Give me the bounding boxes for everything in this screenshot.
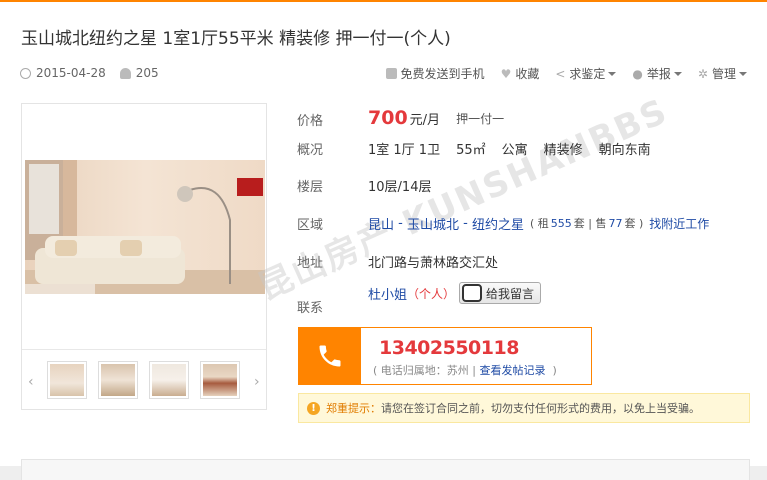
- warning-text: 请您在签订合同之前，切勿支付任何形式的费用，以免上当受骗。: [381, 402, 700, 415]
- overview-item: 55㎡: [456, 142, 486, 158]
- favorite-label: 收藏: [515, 67, 540, 81]
- living-room-photo: [25, 160, 265, 294]
- thumbnail-strip: ‹ ›: [22, 349, 266, 409]
- report-label: 举报: [646, 67, 671, 81]
- next-thumb-button[interactable]: ›: [254, 374, 260, 390]
- price-label: 价格: [297, 114, 324, 129]
- overview-values: 1室 1厅 1卫 55㎡ 公寓 精装修 朝向东南: [368, 139, 667, 158]
- nearby-jobs-link[interactable]: 找附近工作: [649, 215, 709, 232]
- thumbnail-image: [152, 364, 186, 396]
- thumbnail[interactable]: [98, 361, 138, 399]
- main-photo[interactable]: [25, 160, 265, 294]
- overview-item: 1室 1厅 1卫: [368, 142, 441, 158]
- area-district-link[interactable]: 玉山城北: [407, 214, 459, 233]
- contact-values: 杜小姐 （个人） 给我留言: [368, 282, 542, 304]
- area-separator: -: [394, 215, 407, 231]
- listing-page: 玉山城北纽约之星 1室1厅55平米 精装修 押一付一(个人) 2015-04-2…: [0, 0, 767, 480]
- post-date: 2015-04-28: [20, 66, 106, 80]
- mobile-icon: [385, 68, 397, 79]
- leave-message-label: 给我留言: [486, 286, 535, 301]
- listing-meta: 2015-04-28 205: [20, 66, 173, 80]
- thumbnail[interactable]: [149, 361, 189, 399]
- price-unit: 元/月: [409, 112, 441, 128]
- report-dropdown[interactable]: ● 举报: [632, 65, 682, 82]
- chevron-down-icon: [739, 71, 747, 76]
- area-estate-link[interactable]: 纽约之星: [472, 214, 524, 233]
- next-section-bar: [21, 459, 750, 480]
- floor-label: 楼层: [297, 179, 324, 195]
- sale-count-link[interactable]: 77: [608, 217, 622, 230]
- overview-item: 精装修: [543, 142, 583, 158]
- area-label: 区域: [297, 217, 324, 233]
- appraise-dropdown[interactable]: < 求鉴定: [555, 65, 617, 82]
- action-bar: 免费发送到手机 ♥ 收藏 < 求鉴定 ● 举报 ✲ 管理: [370, 65, 747, 82]
- warning-title: 郑重提示：: [326, 402, 381, 415]
- send-to-phone-label: 免费发送到手机: [400, 67, 485, 81]
- manage-dropdown[interactable]: ✲ 管理: [698, 65, 747, 82]
- gear-icon: ✲: [697, 66, 708, 81]
- heart-icon: ♥: [500, 66, 512, 81]
- overview-item: 公寓: [501, 142, 528, 158]
- payment-method: 押一付一: [456, 111, 505, 126]
- phone-location: ( 电话归属地：苏州 | 查看发帖记录 ): [373, 364, 557, 377]
- overview-item: 朝向东南: [598, 142, 651, 158]
- leave-message-button[interactable]: 给我留言: [459, 282, 542, 304]
- clock-icon: [20, 67, 31, 79]
- pin-icon: ●: [632, 66, 643, 81]
- fraud-warning: ! 郑重提示： 请您在签订合同之前，切勿支付任何形式的费用，以免上当受骗。: [298, 393, 750, 423]
- post-date-text: 2015-04-28: [36, 66, 106, 80]
- phone-number: 13402550118: [379, 337, 519, 359]
- warning-icon: !: [307, 401, 320, 415]
- rent-prefix: ( 租: [529, 217, 549, 230]
- phone-icon: [299, 328, 361, 384]
- prev-thumb-button[interactable]: ‹: [28, 374, 34, 390]
- thumbnail-image: [50, 364, 84, 396]
- thumbnail[interactable]: [47, 361, 87, 399]
- rent-count-link[interactable]: 555: [551, 217, 572, 230]
- area-values: 昆山 - 玉山城北 - 纽约之星 ( 租 555 套 | 售 77 套 ) 找附…: [368, 214, 709, 233]
- contact-type: （个人）: [407, 286, 456, 301]
- manage-label: 管理: [711, 67, 736, 81]
- contact-name-link[interactable]: 杜小姐: [368, 284, 407, 303]
- area-city-link[interactable]: 昆山: [368, 214, 394, 233]
- thumbnail[interactable]: [200, 361, 240, 399]
- view-count: 205: [119, 66, 159, 80]
- price-value: 700: [368, 107, 408, 129]
- chevron-down-icon: [673, 71, 682, 76]
- view-posts-link[interactable]: 查看发帖记录: [480, 364, 546, 377]
- chevron-down-icon: [608, 71, 617, 76]
- favorite-button[interactable]: ♥ 收藏: [501, 65, 540, 82]
- photo-gallery: ‹ ›: [21, 103, 267, 410]
- area-separator: -: [459, 215, 472, 231]
- thumbnail-image: [101, 364, 135, 396]
- user-icon: [119, 67, 131, 79]
- phone-location-text: ( 电话归属地：苏州: [373, 364, 469, 377]
- address-label: 地址: [297, 255, 324, 271]
- phone-location-suffix: ): [549, 364, 557, 377]
- overview-label: 概况: [297, 142, 324, 158]
- phone-box: 13402550118 ( 电话归属地：苏州 | 查看发帖记录 ): [298, 327, 592, 385]
- floor-value: 10层/14层: [368, 179, 432, 195]
- view-count-text: 205: [135, 66, 159, 80]
- sale-suffix: 套 ): [624, 217, 644, 230]
- send-to-phone-button[interactable]: 免费发送到手机: [385, 65, 485, 82]
- address-value: 北门路与萧林路交汇处: [368, 255, 499, 271]
- appraise-label: 求鉴定: [569, 67, 606, 81]
- handset-icon: [319, 345, 341, 367]
- rent-suffix: 套 | 售: [573, 217, 607, 230]
- smiley-icon: [462, 284, 483, 302]
- thumbnail-image: [203, 364, 237, 396]
- page-title: 玉山城北纽约之星 1室1厅55平米 精装修 押一付一(个人): [21, 29, 451, 49]
- share-icon: <: [555, 66, 566, 81]
- contact-label: 联系: [297, 301, 324, 316]
